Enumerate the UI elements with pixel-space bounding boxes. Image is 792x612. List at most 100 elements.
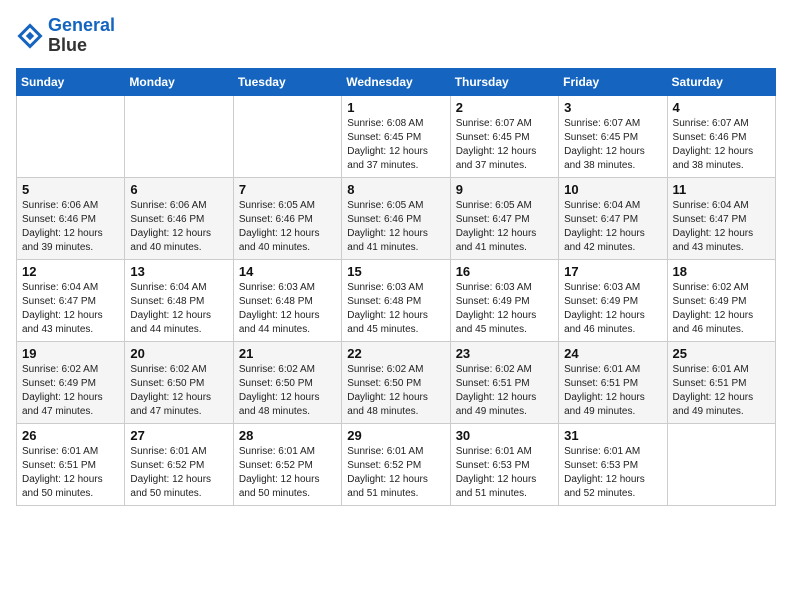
calendar-cell: 2 Sunrise: 6:07 AM Sunset: 6:45 PM Daylig… bbox=[450, 95, 558, 177]
calendar-cell bbox=[17, 95, 125, 177]
day-info: Sunrise: 6:02 AM Sunset: 6:50 PM Dayligh… bbox=[130, 363, 227, 419]
calendar-cell: 25 Sunrise: 6:01 AM Sunset: 6:51 PM Dayli… bbox=[667, 341, 775, 423]
calendar-cell bbox=[125, 95, 233, 177]
day-info: Sunrise: 6:03 AM Sunset: 6:48 PM Dayligh… bbox=[347, 281, 444, 337]
day-number: 28 bbox=[239, 428, 336, 443]
day-number: 19 bbox=[22, 346, 119, 361]
calendar-cell: 10Sunrise: 6:04 AM Sunset: 6:47 PM Dayli… bbox=[559, 177, 667, 259]
day-info: Sunrise: 6:06 AM Sunset: 6:46 PM Dayligh… bbox=[130, 199, 227, 255]
day-info: Sunrise: 6:01 AM Sunset: 6:51 PM Dayligh… bbox=[673, 363, 770, 419]
calendar-cell: 1 Sunrise: 6:08 AM Sunset: 6:45 PM Daylig… bbox=[342, 95, 450, 177]
day-number: 15 bbox=[347, 264, 444, 279]
day-number: 4 bbox=[673, 100, 770, 115]
day-info: Sunrise: 6:03 AM Sunset: 6:48 PM Dayligh… bbox=[239, 281, 336, 337]
calendar-cell: 19 Sunrise: 6:02 AM Sunset: 6:49 PM Dayli… bbox=[17, 341, 125, 423]
day-number: 25 bbox=[673, 346, 770, 361]
day-info: Sunrise: 6:07 AM Sunset: 6:45 PM Dayligh… bbox=[564, 117, 661, 173]
day-info: Sunrise: 6:02 AM Sunset: 6:49 PM Dayligh… bbox=[673, 281, 770, 337]
day-info: Sunrise: 6:03 AM Sunset: 6:49 PM Dayligh… bbox=[456, 281, 553, 337]
page-header: GeneralBlue bbox=[16, 16, 776, 56]
calendar-cell: 30 Sunrise: 6:01 AM Sunset: 6:53 PM Dayli… bbox=[450, 423, 558, 505]
day-info: Sunrise: 6:02 AM Sunset: 6:50 PM Dayligh… bbox=[347, 363, 444, 419]
weekday-header-row: SundayMondayTuesdayWednesdayThursdayFrid… bbox=[17, 68, 776, 95]
day-info: Sunrise: 6:01 AM Sunset: 6:52 PM Dayligh… bbox=[130, 445, 227, 501]
day-info: Sunrise: 6:02 AM Sunset: 6:51 PM Dayligh… bbox=[456, 363, 553, 419]
calendar-table: SundayMondayTuesdayWednesdayThursdayFrid… bbox=[16, 68, 776, 506]
logo-icon bbox=[16, 22, 44, 50]
day-number: 23 bbox=[456, 346, 553, 361]
day-info: Sunrise: 6:04 AM Sunset: 6:47 PM Dayligh… bbox=[673, 199, 770, 255]
calendar-week-row: 5 Sunrise: 6:06 AM Sunset: 6:46 PM Daylig… bbox=[17, 177, 776, 259]
day-number: 18 bbox=[673, 264, 770, 279]
calendar-cell bbox=[233, 95, 341, 177]
day-info: Sunrise: 6:01 AM Sunset: 6:51 PM Dayligh… bbox=[564, 363, 661, 419]
logo-text: GeneralBlue bbox=[48, 16, 115, 56]
calendar-cell: 5Sunrise: 6:06 AM Sunset: 6:46 PM Daylig… bbox=[17, 177, 125, 259]
day-number: 31 bbox=[564, 428, 661, 443]
day-number: 30 bbox=[456, 428, 553, 443]
weekday-header: Sunday bbox=[17, 68, 125, 95]
day-number: 7 bbox=[239, 182, 336, 197]
weekday-header: Thursday bbox=[450, 68, 558, 95]
day-number: 5 bbox=[22, 182, 119, 197]
calendar-cell: 11 Sunrise: 6:04 AM Sunset: 6:47 PM Dayli… bbox=[667, 177, 775, 259]
calendar-cell: 15 Sunrise: 6:03 AM Sunset: 6:48 PM Dayli… bbox=[342, 259, 450, 341]
calendar-cell: 28 Sunrise: 6:01 AM Sunset: 6:52 PM Dayli… bbox=[233, 423, 341, 505]
day-info: Sunrise: 6:04 AM Sunset: 6:47 PM Dayligh… bbox=[564, 199, 661, 255]
day-number: 29 bbox=[347, 428, 444, 443]
day-number: 24 bbox=[564, 346, 661, 361]
calendar-cell: 24 Sunrise: 6:01 AM Sunset: 6:51 PM Dayli… bbox=[559, 341, 667, 423]
calendar-week-row: 26 Sunrise: 6:01 AM Sunset: 6:51 PM Dayli… bbox=[17, 423, 776, 505]
day-info: Sunrise: 6:04 AM Sunset: 6:47 PM Dayligh… bbox=[22, 281, 119, 337]
calendar-week-row: 1 Sunrise: 6:08 AM Sunset: 6:45 PM Daylig… bbox=[17, 95, 776, 177]
day-info: Sunrise: 6:03 AM Sunset: 6:49 PM Dayligh… bbox=[564, 281, 661, 337]
weekday-header: Friday bbox=[559, 68, 667, 95]
day-info: Sunrise: 6:07 AM Sunset: 6:46 PM Dayligh… bbox=[673, 117, 770, 173]
calendar-cell: 7 Sunrise: 6:05 AM Sunset: 6:46 PM Daylig… bbox=[233, 177, 341, 259]
day-info: Sunrise: 6:01 AM Sunset: 6:52 PM Dayligh… bbox=[347, 445, 444, 501]
day-info: Sunrise: 6:05 AM Sunset: 6:46 PM Dayligh… bbox=[239, 199, 336, 255]
calendar-cell: 16 Sunrise: 6:03 AM Sunset: 6:49 PM Dayli… bbox=[450, 259, 558, 341]
day-info: Sunrise: 6:08 AM Sunset: 6:45 PM Dayligh… bbox=[347, 117, 444, 173]
calendar-cell: 6 Sunrise: 6:06 AM Sunset: 6:46 PM Daylig… bbox=[125, 177, 233, 259]
day-info: Sunrise: 6:05 AM Sunset: 6:46 PM Dayligh… bbox=[347, 199, 444, 255]
day-number: 11 bbox=[673, 182, 770, 197]
calendar-cell: 23 Sunrise: 6:02 AM Sunset: 6:51 PM Dayli… bbox=[450, 341, 558, 423]
day-info: Sunrise: 6:01 AM Sunset: 6:51 PM Dayligh… bbox=[22, 445, 119, 501]
day-number: 2 bbox=[456, 100, 553, 115]
day-info: Sunrise: 6:01 AM Sunset: 6:53 PM Dayligh… bbox=[456, 445, 553, 501]
weekday-header: Saturday bbox=[667, 68, 775, 95]
calendar-cell: 4 Sunrise: 6:07 AM Sunset: 6:46 PM Daylig… bbox=[667, 95, 775, 177]
day-number: 1 bbox=[347, 100, 444, 115]
day-number: 14 bbox=[239, 264, 336, 279]
day-number: 27 bbox=[130, 428, 227, 443]
calendar-cell: 12 Sunrise: 6:04 AM Sunset: 6:47 PM Dayli… bbox=[17, 259, 125, 341]
calendar-cell: 17 Sunrise: 6:03 AM Sunset: 6:49 PM Dayli… bbox=[559, 259, 667, 341]
day-number: 9 bbox=[456, 182, 553, 197]
day-number: 20 bbox=[130, 346, 227, 361]
calendar-cell: 8 Sunrise: 6:05 AM Sunset: 6:46 PM Daylig… bbox=[342, 177, 450, 259]
calendar-cell: 13 Sunrise: 6:04 AM Sunset: 6:48 PM Dayli… bbox=[125, 259, 233, 341]
day-info: Sunrise: 6:02 AM Sunset: 6:49 PM Dayligh… bbox=[22, 363, 119, 419]
day-number: 13 bbox=[130, 264, 227, 279]
calendar-cell: 27 Sunrise: 6:01 AM Sunset: 6:52 PM Dayli… bbox=[125, 423, 233, 505]
day-number: 16 bbox=[456, 264, 553, 279]
calendar-cell: 3Sunrise: 6:07 AM Sunset: 6:45 PM Daylig… bbox=[559, 95, 667, 177]
calendar-cell: 31Sunrise: 6:01 AM Sunset: 6:53 PM Dayli… bbox=[559, 423, 667, 505]
day-number: 12 bbox=[22, 264, 119, 279]
day-info: Sunrise: 6:07 AM Sunset: 6:45 PM Dayligh… bbox=[456, 117, 553, 173]
weekday-header: Monday bbox=[125, 68, 233, 95]
calendar-cell: 21Sunrise: 6:02 AM Sunset: 6:50 PM Dayli… bbox=[233, 341, 341, 423]
day-info: Sunrise: 6:04 AM Sunset: 6:48 PM Dayligh… bbox=[130, 281, 227, 337]
calendar-cell: 14 Sunrise: 6:03 AM Sunset: 6:48 PM Dayli… bbox=[233, 259, 341, 341]
calendar-cell: 18 Sunrise: 6:02 AM Sunset: 6:49 PM Dayli… bbox=[667, 259, 775, 341]
day-number: 6 bbox=[130, 182, 227, 197]
calendar-cell: 20 Sunrise: 6:02 AM Sunset: 6:50 PM Dayli… bbox=[125, 341, 233, 423]
day-number: 8 bbox=[347, 182, 444, 197]
calendar-cell: 22Sunrise: 6:02 AM Sunset: 6:50 PM Dayli… bbox=[342, 341, 450, 423]
day-number: 26 bbox=[22, 428, 119, 443]
day-number: 17 bbox=[564, 264, 661, 279]
day-number: 21 bbox=[239, 346, 336, 361]
calendar-week-row: 19 Sunrise: 6:02 AM Sunset: 6:49 PM Dayli… bbox=[17, 341, 776, 423]
day-info: Sunrise: 6:01 AM Sunset: 6:52 PM Dayligh… bbox=[239, 445, 336, 501]
